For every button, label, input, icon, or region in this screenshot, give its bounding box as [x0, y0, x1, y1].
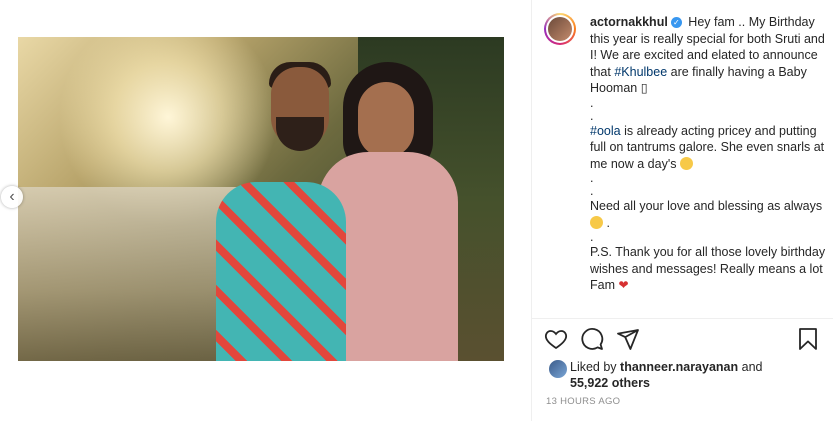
liker-avatar[interactable] [548, 359, 568, 379]
heart-icon[interactable] [544, 327, 568, 351]
likes-count[interactable]: 55,922 others [570, 376, 650, 390]
avatar-image [548, 17, 572, 41]
background-road [18, 187, 248, 361]
heart-emoji-icon: ❤ [618, 278, 629, 292]
post-photo[interactable] [18, 37, 504, 361]
woman-face [358, 82, 414, 158]
author-avatar[interactable] [544, 13, 576, 45]
actions-divider [532, 318, 833, 319]
caption-dot: . [590, 108, 594, 123]
likes-middle: and [738, 360, 763, 374]
hashtag-khulbee[interactable]: #Khulbee [614, 65, 667, 79]
caption-text-2: is already acting pricey and putting ful… [590, 123, 825, 171]
caption-text-3: Need all your love and blessing as alway… [590, 199, 823, 213]
share-icon[interactable] [616, 327, 640, 351]
comment-icon[interactable] [580, 327, 604, 351]
liker-username[interactable]: thanneer.narayanan [620, 360, 738, 374]
likes-prefix: Liked by [570, 360, 621, 374]
man-figure [216, 182, 346, 361]
man-beard [276, 117, 324, 151]
verified-badge-icon: ✓ [670, 17, 682, 28]
missing-glyph: ▯ [640, 81, 648, 95]
action-bar [544, 327, 820, 353]
bookmark-icon[interactable] [796, 327, 820, 351]
carousel-prev-button[interactable]: ‹ [1, 186, 23, 208]
post-timestamp[interactable]: 13 HOURS AGO [546, 396, 620, 407]
hashtag-oola[interactable]: #oola [590, 124, 621, 138]
author-username[interactable]: actornakkhul [590, 15, 668, 29]
caption-dot: . [590, 230, 594, 244]
caption-dot: . [590, 171, 594, 185]
caption-text-3-end: . [603, 215, 610, 230]
caption-dot: . [590, 95, 594, 110]
hug-emoji-icon [590, 215, 603, 229]
caption-dot: . [590, 184, 594, 198]
media-panel: ‹ [0, 0, 531, 421]
grin-sweat-emoji-icon [679, 156, 693, 170]
chevron-left-icon: ‹ [9, 188, 15, 205]
post-caption: actornakkhul ✓ Hey fam .. My Birthday thi… [590, 14, 828, 294]
likes-summary: Liked by thanneer.narayanan and 55,922 o… [548, 357, 818, 393]
